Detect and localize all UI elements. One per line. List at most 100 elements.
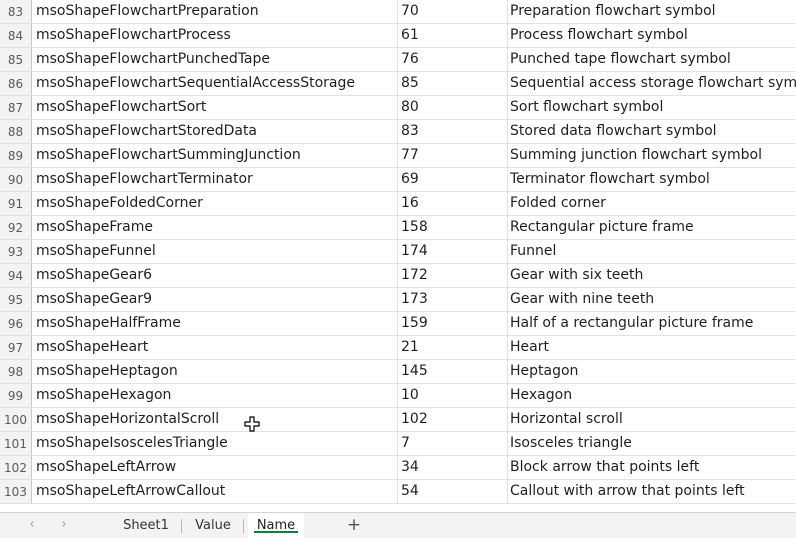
- cell-shape-name[interactable]: msoShapeFunnel: [32, 240, 398, 263]
- row-number[interactable]: 85: [0, 48, 32, 71]
- cell-shape-name[interactable]: msoShapeIsoscelesTriangle: [32, 432, 398, 455]
- cell-shape-name[interactable]: msoShapeFlowchartStoredData: [32, 120, 398, 143]
- cell-shape-description[interactable]: Sort flowchart symbol: [508, 96, 796, 119]
- row-number[interactable]: 89: [0, 144, 32, 167]
- row-number[interactable]: 83: [0, 0, 32, 23]
- row-number[interactable]: 84: [0, 24, 32, 47]
- cell-shape-name[interactable]: msoShapeFlowchartPreparation: [32, 0, 398, 23]
- tab-sheet1[interactable]: Sheet1: [110, 513, 182, 538]
- row-number[interactable]: 99: [0, 384, 32, 407]
- cell-shape-value[interactable]: 10: [398, 384, 508, 407]
- cell-shape-description[interactable]: Preparation flowchart symbol: [508, 0, 796, 23]
- cell-shape-value[interactable]: 145: [398, 360, 508, 383]
- add-sheet-button[interactable]: +: [344, 516, 364, 536]
- cell-shape-name[interactable]: msoShapeFlowchartSummingJunction: [32, 144, 398, 167]
- cell-shape-description[interactable]: Folded corner: [508, 192, 796, 215]
- cell-shape-value[interactable]: 69: [398, 168, 508, 191]
- spreadsheet-grid[interactable]: 83 msoShapeFlowchartPreparation 70 Preparat…: [0, 0, 796, 512]
- cell-shape-value[interactable]: 173: [398, 288, 508, 311]
- cell-shape-value[interactable]: 158: [398, 216, 508, 239]
- cell-shape-description[interactable]: Summing junction flowchart symbol: [508, 144, 796, 167]
- table-row: 92 msoShapeFrame 158 Rectangular picture fr…: [0, 216, 796, 240]
- row-number[interactable]: 98: [0, 360, 32, 383]
- cell-shape-name[interactable]: msoShapeGear6: [32, 264, 398, 287]
- cell-shape-description[interactable]: Funnel: [508, 240, 796, 263]
- cell-shape-value[interactable]: 21: [398, 336, 508, 359]
- row-number[interactable]: 95: [0, 288, 32, 311]
- cell-shape-name[interactable]: msoShapeLeftArrow: [32, 456, 398, 479]
- row-number[interactable]: 91: [0, 192, 32, 215]
- cell-shape-description[interactable]: Hexagon: [508, 384, 796, 407]
- cell-shape-value[interactable]: 61: [398, 24, 508, 47]
- cell-shape-value[interactable]: 7: [398, 432, 508, 455]
- row-number[interactable]: 100: [0, 408, 32, 431]
- cell-shape-description[interactable]: Horizontal scroll: [508, 408, 796, 431]
- tab-value[interactable]: Value: [182, 513, 244, 538]
- row-number[interactable]: 103: [0, 480, 32, 503]
- cell-shape-description[interactable]: Terminator flowchart symbol: [508, 168, 796, 191]
- cell-shape-description[interactable]: Rectangular picture frame: [508, 216, 796, 239]
- cell-shape-name[interactable]: msoShapeHalfFrame: [32, 312, 398, 335]
- cell-shape-value[interactable]: 83: [398, 120, 508, 143]
- cell-shape-name[interactable]: msoShapeFlowchartProcess: [32, 24, 398, 47]
- cell-shape-name[interactable]: msoShapeFlowchartTerminator: [32, 168, 398, 191]
- cell-shape-value[interactable]: 172: [398, 264, 508, 287]
- cell-shape-description[interactable]: Half of a rectangular picture frame: [508, 312, 796, 335]
- cell-shape-name[interactable]: msoShapeFrame: [32, 216, 398, 239]
- cell-shape-value[interactable]: 70: [398, 0, 508, 23]
- cell-shape-name[interactable]: msoShapeFlowchartSort: [32, 96, 398, 119]
- row-number[interactable]: 87: [0, 96, 32, 119]
- cell-shape-value[interactable]: 80: [398, 96, 508, 119]
- row-number[interactable]: 102: [0, 456, 32, 479]
- cell-shape-value[interactable]: 34: [398, 456, 508, 479]
- row-number[interactable]: 90: [0, 168, 32, 191]
- table-row: 91 msoShapeFoldedCorner 16 Folded corner: [0, 192, 796, 216]
- row-number[interactable]: 93: [0, 240, 32, 263]
- table-row: 90 msoShapeFlowchartTerminator 69 Terminato…: [0, 168, 796, 192]
- cell-shape-description[interactable]: Gear with six teeth: [508, 264, 796, 287]
- cell-shape-name[interactable]: msoShapeHeart: [32, 336, 398, 359]
- row-number[interactable]: 86: [0, 72, 32, 95]
- row-number[interactable]: 88: [0, 120, 32, 143]
- row-number[interactable]: 96: [0, 312, 32, 335]
- cell-shape-name[interactable]: msoShapeFlowchartPunchedTape: [32, 48, 398, 71]
- tab-name[interactable]: Name: [248, 513, 304, 538]
- cell-shape-description[interactable]: Stored data flowchart symbol: [508, 120, 796, 143]
- table-row: 87 msoShapeFlowchartSort 80 Sort flowchart …: [0, 96, 796, 120]
- cell-shape-description[interactable]: Gear with nine teeth: [508, 288, 796, 311]
- cell-shape-description[interactable]: Block arrow that points left: [508, 456, 796, 479]
- previous-sheet-icon[interactable]: ‹: [25, 518, 39, 532]
- cell-shape-name[interactable]: msoShapeHexagon: [32, 384, 398, 407]
- cell-shape-description[interactable]: Sequential access storage flowchart symb…: [508, 72, 796, 95]
- cell-shape-description[interactable]: Heart: [508, 336, 796, 359]
- cell-shape-name[interactable]: msoShapeFlowchartSequentialAccessStorage: [32, 72, 398, 95]
- cell-shape-value[interactable]: 174: [398, 240, 508, 263]
- row-number[interactable]: 92: [0, 216, 32, 239]
- cell-shape-description[interactable]: Callout with arrow that points left: [508, 480, 796, 503]
- cell-shape-value[interactable]: 85: [398, 72, 508, 95]
- table-row: 93 msoShapeFunnel 174 Funnel: [0, 240, 796, 264]
- row-number[interactable]: 94: [0, 264, 32, 287]
- cell-shape-value[interactable]: 77: [398, 144, 508, 167]
- cell-shape-value[interactable]: 54: [398, 480, 508, 503]
- cell-shape-value[interactable]: 76: [398, 48, 508, 71]
- table-row: 84 msoShapeFlowchartProcess 61 Process flow…: [0, 24, 796, 48]
- next-sheet-icon[interactable]: ›: [57, 518, 71, 532]
- table-row: 88 msoShapeFlowchartStoredData 83 Stored da…: [0, 120, 796, 144]
- cell-shape-name[interactable]: msoShapeLeftArrowCallout: [32, 480, 398, 503]
- cell-shape-description[interactable]: Isosceles triangle: [508, 432, 796, 455]
- cell-shape-value[interactable]: 16: [398, 192, 508, 215]
- cell-shape-value[interactable]: 159: [398, 312, 508, 335]
- table-row: 85 msoShapeFlowchartPunchedTape 76 Punched …: [0, 48, 796, 72]
- row-number[interactable]: 101: [0, 432, 32, 455]
- table-row: 101 msoShapeIsoscelesTriangle 7 Isosceles t…: [0, 432, 796, 456]
- cell-shape-name[interactable]: msoShapeGear9: [32, 288, 398, 311]
- cell-shape-description[interactable]: Heptagon: [508, 360, 796, 383]
- cell-shape-name[interactable]: msoShapeHorizontalScroll: [32, 408, 398, 431]
- cell-shape-name[interactable]: msoShapeFoldedCorner: [32, 192, 398, 215]
- cell-shape-description[interactable]: Process flowchart symbol: [508, 24, 796, 47]
- row-number[interactable]: 97: [0, 336, 32, 359]
- cell-shape-name[interactable]: msoShapeHeptagon: [32, 360, 398, 383]
- cell-shape-value[interactable]: 102: [398, 408, 508, 431]
- cell-shape-description[interactable]: Punched tape flowchart symbol: [508, 48, 796, 71]
